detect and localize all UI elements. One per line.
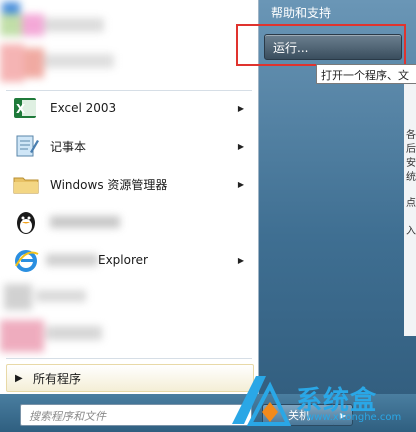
help-and-support-link[interactable]: 帮助和支持 bbox=[271, 4, 331, 21]
submenu-arrow-icon: ▶ bbox=[237, 103, 244, 113]
program-label: Excel 2003 bbox=[50, 101, 117, 115]
explorer-folder-icon bbox=[12, 170, 40, 198]
program-item-qq[interactable] bbox=[6, 204, 252, 240]
separator bbox=[6, 358, 252, 359]
background-document: 各 后 安 统 点 入 bbox=[404, 76, 416, 336]
submenu-arrow-icon: ▶ bbox=[237, 179, 244, 189]
program-label: 记事本 bbox=[50, 139, 87, 154]
svg-text:X: X bbox=[16, 102, 26, 116]
triangle-right-icon: ▶ bbox=[15, 372, 23, 384]
notepad-icon bbox=[12, 132, 40, 160]
watermark-logo-icon bbox=[226, 372, 294, 432]
program-label: Windows 资源管理器 bbox=[50, 177, 168, 192]
red-highlight-box bbox=[236, 24, 406, 66]
submenu-arrow-icon: ▶ bbox=[237, 255, 244, 265]
program-item-internet-explorer[interactable]: Explorer ▶ bbox=[6, 242, 252, 278]
program-label: Explorer bbox=[98, 253, 148, 267]
tooltip-text: 打开一个程序、文 bbox=[321, 69, 409, 82]
watermark-url: www.xitonghe.com bbox=[306, 412, 402, 423]
program-item-excel[interactable]: X Excel 2003 ▶ bbox=[6, 90, 252, 126]
program-item-windows-explorer[interactable]: Windows 资源管理器 ▶ bbox=[6, 166, 252, 202]
search-input[interactable]: 搜索程序和文件 bbox=[20, 404, 252, 426]
all-programs-label: 所有程序 bbox=[33, 371, 82, 386]
blurred-recent-items bbox=[0, 280, 110, 360]
blurred-pinned-items bbox=[0, 0, 120, 88]
programs-pane: X Excel 2003 ▶ 记事本 ▶ Windows 资源管理器 ▶ Exp… bbox=[0, 0, 259, 394]
excel-icon: X bbox=[12, 94, 40, 122]
program-item-notepad[interactable]: 记事本 ▶ bbox=[6, 128, 252, 164]
run-tooltip: 打开一个程序、文 bbox=[316, 64, 416, 84]
internet-explorer-icon bbox=[12, 246, 40, 274]
search-placeholder: 搜索程序和文件 bbox=[29, 410, 106, 423]
blurred-label bbox=[50, 216, 120, 228]
all-programs-button[interactable]: ▶ 所有程序 bbox=[6, 364, 254, 392]
blurred-label bbox=[46, 254, 98, 266]
start-menu-screenshot: X Excel 2003 ▶ 记事本 ▶ Windows 资源管理器 ▶ Exp… bbox=[0, 0, 416, 432]
qq-penguin-icon bbox=[12, 208, 40, 236]
submenu-arrow-icon: ▶ bbox=[237, 141, 244, 151]
